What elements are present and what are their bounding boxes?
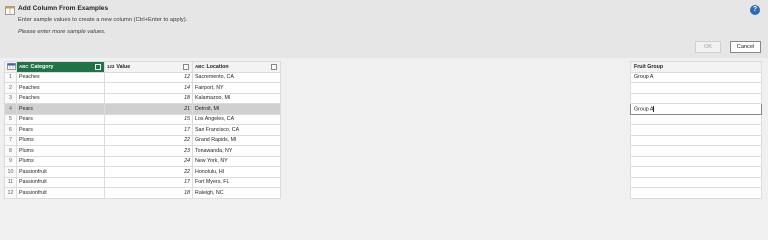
table-row[interactable]: 7 Plums 22 Grand Rapids, MI [4,134,281,146]
add-column-icon [5,6,15,15]
cell-location[interactable]: Kalamazoo, MI [192,92,281,104]
example-cell-input[interactable] [630,82,762,94]
row-number: 7 [4,134,17,146]
row-number: 8 [4,145,17,157]
example-cell-input[interactable] [630,145,762,157]
cell-value[interactable]: 17 [104,124,193,136]
example-cell-input[interactable] [630,113,762,125]
table-row[interactable]: 3 Peaches 18 Kalamazoo, MI [4,92,281,104]
example-cell-input[interactable]: Group A [630,71,762,83]
text-type-icon[interactable]: ABC [195,64,205,69]
example-cell-input[interactable] [630,155,762,167]
text-type-icon[interactable]: ABC [19,64,29,69]
table-row[interactable]: 5 Pears 15 Los Angeles, CA [4,113,281,125]
help-icon[interactable]: ? [750,5,760,15]
row-number: 2 [4,82,17,94]
cell-location[interactable]: New York, NY [192,155,281,167]
cell-value[interactable]: 23 [104,145,193,157]
cell-value[interactable]: 21 [104,103,193,115]
checkbox-icon[interactable] [271,64,277,70]
cell-value[interactable]: 15 [104,113,193,125]
cell-value[interactable]: 12 [104,71,193,83]
number-type-icon[interactable]: 123 [107,64,114,69]
table-row[interactable]: 1 Peaches 12 Sacremento, CA [4,71,281,83]
column-header-value[interactable]: 123 Value [104,61,193,73]
cell-value[interactable]: 24 [104,155,193,167]
row-number: 11 [4,176,17,188]
checkbox-icon[interactable] [95,64,101,70]
cell-location[interactable]: Los Angeles, CA [192,113,281,125]
example-column: Fruit Group Group A Group A [630,61,762,199]
text-cursor [653,105,654,112]
row-number: 5 [4,113,17,125]
cell-location[interactable]: San Francisco, CA [192,124,281,136]
table-row[interactable]: 6 Pears 17 San Francisco, CA [4,124,281,136]
example-cell-input[interactable] [630,134,762,146]
dialog-title: Add Column From Examples [18,5,109,12]
ok-button[interactable]: OK [695,41,721,53]
example-cell-input-active[interactable]: Group A [630,103,762,115]
dialog-description: Enter sample values to create a new colu… [18,17,188,23]
table-menu[interactable] [4,61,17,73]
cell-category[interactable]: Pears [16,103,105,115]
cell-category[interactable]: Passionfruit [16,166,105,178]
example-cell-input[interactable] [630,187,762,199]
cell-location[interactable]: Raleigh, NC [192,187,281,199]
example-cell-input[interactable] [630,92,762,104]
cell-category[interactable]: Peaches [16,82,105,94]
row-number: 6 [4,124,17,136]
cell-location[interactable]: Honolulu, HI [192,166,281,178]
data-table: ABC Category 123 Value ABC Location 1 Peache… [4,61,281,199]
example-cell-input[interactable] [630,124,762,136]
table-row[interactable]: 9 Plums 24 New York, NY [4,155,281,167]
cell-category[interactable]: Peaches [16,92,105,104]
cell-category[interactable]: Plums [16,155,105,167]
cell-category[interactable]: Pears [16,113,105,125]
example-cell-input[interactable] [630,176,762,188]
column-header-label: Location [206,63,229,70]
column-header-category[interactable]: ABC Category [16,61,105,73]
table-row[interactable]: 10 Passionfruit 22 Honolulu, HI [4,166,281,178]
column-header-label: Category [30,63,54,70]
cell-value[interactable]: 22 [104,134,193,146]
row-number: 10 [4,166,17,178]
cell-category[interactable]: Passionfruit [16,187,105,199]
cell-value[interactable]: 17 [104,176,193,188]
cell-category[interactable]: Peaches [16,71,105,83]
cancel-button[interactable]: Cancel [730,41,761,53]
row-number: 1 [4,71,17,83]
table-row[interactable]: 2 Peaches 14 Fairport, NY [4,82,281,94]
table-row-highlighted[interactable]: 4 Pears 21 Detroit, MI [4,103,281,115]
cell-location[interactable]: Tonawanda, NY [192,145,281,157]
checkbox-icon[interactable] [183,64,189,70]
row-number: 4 [4,103,17,115]
cell-value[interactable]: 18 [104,187,193,199]
examples-banner: Add Column From Examples Enter sample va… [0,0,768,58]
column-header-label: Value [116,63,131,70]
table-row[interactable]: 11 Passionfruit 17 Fort Myers, FL [4,176,281,188]
table-grid-icon [7,63,16,71]
cell-category[interactable]: Passionfruit [16,176,105,188]
example-column-header[interactable]: Fruit Group [630,61,762,73]
table-row[interactable]: 8 Plums 23 Tonawanda, NY [4,145,281,157]
cell-category[interactable]: Plums [16,134,105,146]
cell-value[interactable]: 22 [104,166,193,178]
cell-category[interactable]: Pears [16,124,105,136]
cell-category[interactable]: Plums [16,145,105,157]
cell-location[interactable]: Fairport, NY [192,82,281,94]
row-number: 3 [4,92,17,104]
cell-location[interactable]: Fort Myers, FL [192,176,281,188]
row-number: 9 [4,155,17,167]
example-cell-input[interactable] [630,166,762,178]
table-row[interactable]: 12 Passionfruit 18 Raleigh, NC [4,187,281,199]
warning-message: Please enter more sample values. [18,29,106,35]
cell-value[interactable]: 14 [104,82,193,94]
cell-location[interactable]: Sacremento, CA [192,71,281,83]
cell-value[interactable]: 18 [104,92,193,104]
column-header-location[interactable]: ABC Location [192,61,281,73]
cell-location[interactable]: Grand Rapids, MI [192,134,281,146]
cell-location[interactable]: Detroit, MI [192,103,281,115]
example-cell-value: Group A [634,105,654,112]
row-number: 12 [4,187,17,199]
